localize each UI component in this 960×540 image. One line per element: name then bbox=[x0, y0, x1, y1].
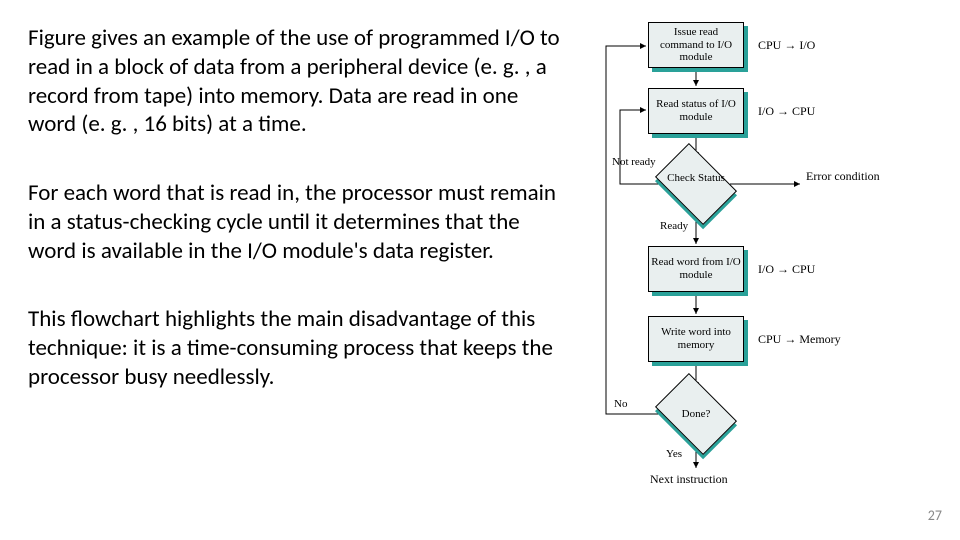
page-number: 27 bbox=[928, 507, 942, 524]
side-label-1: CPU → I/O bbox=[758, 38, 815, 53]
box-read-status: Read status of I/O module bbox=[648, 88, 744, 134]
paragraph-1: Figure gives an example of the use of pr… bbox=[28, 24, 568, 139]
label-ready: Ready bbox=[660, 220, 688, 232]
text-column: Figure gives an example of the use of pr… bbox=[28, 24, 568, 432]
decision-check-status-label: Check Status bbox=[661, 172, 731, 184]
paragraph-2: For each word that is read in, the proce… bbox=[28, 179, 568, 265]
decision-done-label: Done? bbox=[661, 408, 731, 420]
label-next-instruction: Next instruction bbox=[650, 472, 728, 487]
side-label-3: I/O → CPU bbox=[758, 262, 815, 277]
label-error: Error condition bbox=[806, 170, 886, 183]
label-no: No bbox=[614, 398, 627, 410]
label-not-ready: Not ready bbox=[612, 156, 658, 168]
box-read-word: Read word from I/O module bbox=[648, 246, 744, 292]
box-write-word: Write word into memory bbox=[648, 316, 744, 362]
side-label-4: CPU → Memory bbox=[758, 332, 841, 347]
side-label-2: I/O → CPU bbox=[758, 104, 815, 119]
box-issue-read: Issue read command to I/O module bbox=[648, 22, 744, 68]
label-yes: Yes bbox=[666, 448, 682, 460]
flowchart: Issue read command to I/O module CPU → I… bbox=[600, 16, 940, 516]
paragraph-3: This flowchart highlights the main disad… bbox=[28, 305, 568, 391]
